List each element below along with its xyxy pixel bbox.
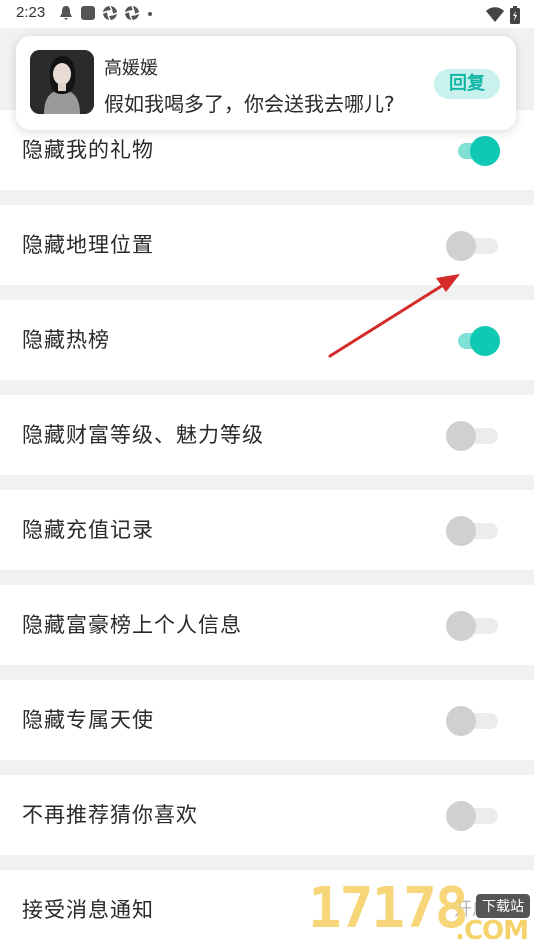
setting-label: 隐藏财富等级、魅力等级 [22, 423, 264, 447]
aperture-icon [102, 5, 118, 21]
status-notification-icons [58, 5, 154, 21]
dot-icon [148, 12, 152, 16]
setting-row-hide-recharge[interactable]: 隐藏充值记录 [0, 490, 534, 570]
message-notification[interactable]: 高媛媛 假如我喝多了，你会送我去哪儿? 回复 [16, 36, 516, 130]
setting-label: 隐藏专属天使 [22, 708, 154, 732]
avatar [30, 50, 94, 114]
setting-label: 隐藏充值记录 [22, 518, 154, 542]
setting-row-hide-rich-list-info[interactable]: 隐藏富豪榜上个人信息 [0, 585, 534, 665]
watermark-badge: 下载站 [476, 894, 530, 918]
status-bar: 2:23 [0, 0, 534, 28]
toggle-switch[interactable] [446, 326, 500, 356]
toggle-switch[interactable] [446, 421, 500, 451]
toggle-switch[interactable] [446, 136, 500, 166]
wifi-icon [486, 7, 504, 22]
setting-row-hide-angel[interactable]: 隐藏专属天使 [0, 680, 534, 760]
sender-name: 高媛媛 [104, 58, 158, 79]
aperture-icon [124, 5, 140, 21]
setting-label: 隐藏富豪榜上个人信息 [22, 613, 242, 637]
setting-row-hide-hot-list[interactable]: 隐藏热榜 [0, 300, 534, 380]
setting-label: 隐藏热榜 [22, 328, 110, 352]
watermark-suffix: .COM [455, 916, 529, 946]
battery-icon [510, 6, 520, 24]
reply-button[interactable]: 回复 [434, 69, 500, 99]
app-square-icon [81, 6, 95, 20]
toggle-switch[interactable] [446, 706, 500, 736]
toggle-switch[interactable] [446, 516, 500, 546]
toggle-switch[interactable] [446, 611, 500, 641]
setting-label: 不再推荐猜你喜欢 [22, 803, 198, 827]
setting-row-no-recommend[interactable]: 不再推荐猜你喜欢 [0, 775, 534, 855]
message-preview: 假如我喝多了，你会送我去哪儿? [104, 92, 395, 116]
site-watermark: 17178 下载站 .COM [300, 868, 534, 950]
watermark-number: 17178 [308, 876, 469, 941]
status-system-icons [486, 6, 520, 24]
toggle-switch[interactable] [446, 801, 500, 831]
setting-label: 隐藏地理位置 [22, 233, 154, 257]
toggle-switch[interactable] [446, 231, 500, 261]
setting-row-hide-levels[interactable]: 隐藏财富等级、魅力等级 [0, 395, 534, 475]
status-time: 2:23 [16, 4, 46, 21]
setting-row-hide-location[interactable]: 隐藏地理位置 [0, 205, 534, 285]
setting-label: 接受消息通知 [22, 898, 154, 922]
notification-bell-icon [60, 6, 72, 20]
